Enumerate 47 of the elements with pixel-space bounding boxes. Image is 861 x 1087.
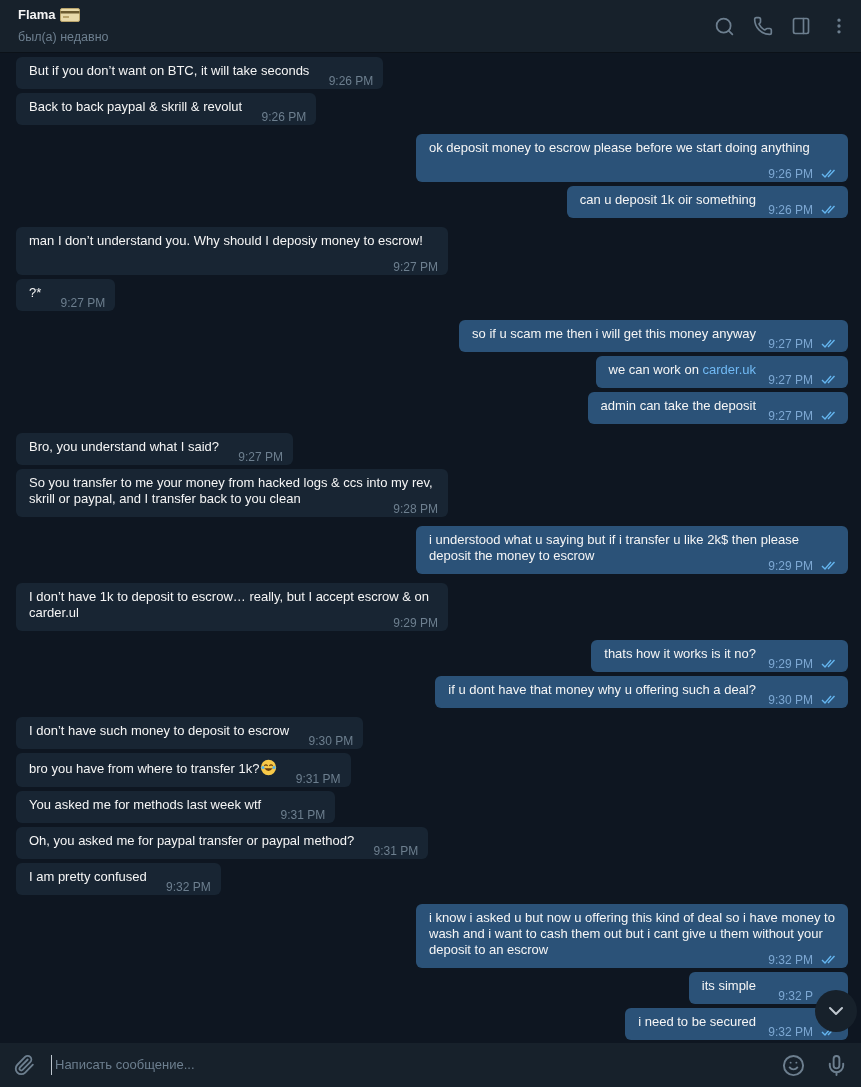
message-text: Oh, you asked me for paypal transfer or paypal method?: [29, 833, 355, 848]
message-time: 9:27 PM: [768, 409, 813, 423]
message-time: 9:30 PM: [308, 734, 354, 748]
message-link[interactable]: carder.uk: [702, 362, 756, 377]
message-text: its simple: [701, 978, 756, 993]
message-input[interactable]: Написать сообщение...: [51, 1055, 782, 1075]
message-text: i need to be secured: [638, 1014, 756, 1029]
message-time: 9:26 PM: [328, 74, 374, 88]
message-time: 9:32 PM: [768, 953, 813, 967]
message-text: so if u scam me then i will get this money anyway: [472, 326, 756, 341]
message-time: 9:32 P: [778, 989, 813, 1003]
message-time: 9:32 PM: [166, 880, 211, 894]
message-time: 9:27 PM: [60, 296, 106, 310]
message-time: 9:29 PM: [768, 559, 813, 573]
message-text: Bro, you understand what I said?: [29, 439, 220, 454]
message-time: 9:27 PM: [768, 337, 813, 351]
message-time: 9:26 PM: [768, 167, 813, 181]
message-text: You asked me for methods last week wtf: [29, 797, 262, 812]
message-text: man I don’t understand you. Why should I deposiy money to escrow!: [29, 233, 423, 248]
message-text: admin can take the deposit: [600, 398, 756, 413]
message-text: ?*: [29, 285, 42, 300]
message-text: ok deposit money to escrow please before we start doing anything: [429, 140, 810, 155]
last-seen-status: был(а) недавно: [18, 28, 109, 46]
contact-name: Flama: [18, 6, 56, 25]
message-text: if u dont have that money why u offering such a deal?: [448, 682, 756, 697]
message-text: can u deposit 1k oir something: [579, 192, 756, 207]
message-text: thats how it works is it no?: [604, 646, 756, 661]
message-time: 9:27 PM: [393, 260, 438, 274]
message-time: 9:29 PM: [393, 616, 438, 630]
message-time: 9:31 PM: [280, 808, 326, 822]
message-time: 9:32 PM: [768, 1025, 813, 1039]
message-text: bro you have from where to transfer 1k?: [29, 761, 277, 776]
message-input-bar[interactable]: Написать сообщение...: [0, 1043, 861, 1087]
message-text: But if you don’t want on BTC, it will take seconds: [29, 63, 310, 78]
message-text: Back to back paypal & skrill & revolut: [29, 99, 243, 114]
message-time: 9:27 PM: [238, 450, 284, 464]
message-time: 9:28 PM: [393, 502, 438, 516]
message-time: 9:27 PM: [768, 373, 813, 387]
message-time: 9:31 PM: [373, 844, 419, 858]
message-time: 9:30 PM: [768, 693, 813, 707]
message-time: 9:29 PM: [768, 657, 813, 671]
message-time: 9:26 PM: [261, 110, 307, 124]
message-time: 9:31 PM: [295, 772, 341, 786]
message-text: I am pretty confused: [29, 869, 147, 884]
message-text: I don’t have such money to deposit to escrow: [29, 723, 290, 738]
message-time: 9:26 PM: [768, 203, 813, 217]
message-text: we can work on carder.uk: [608, 362, 756, 377]
